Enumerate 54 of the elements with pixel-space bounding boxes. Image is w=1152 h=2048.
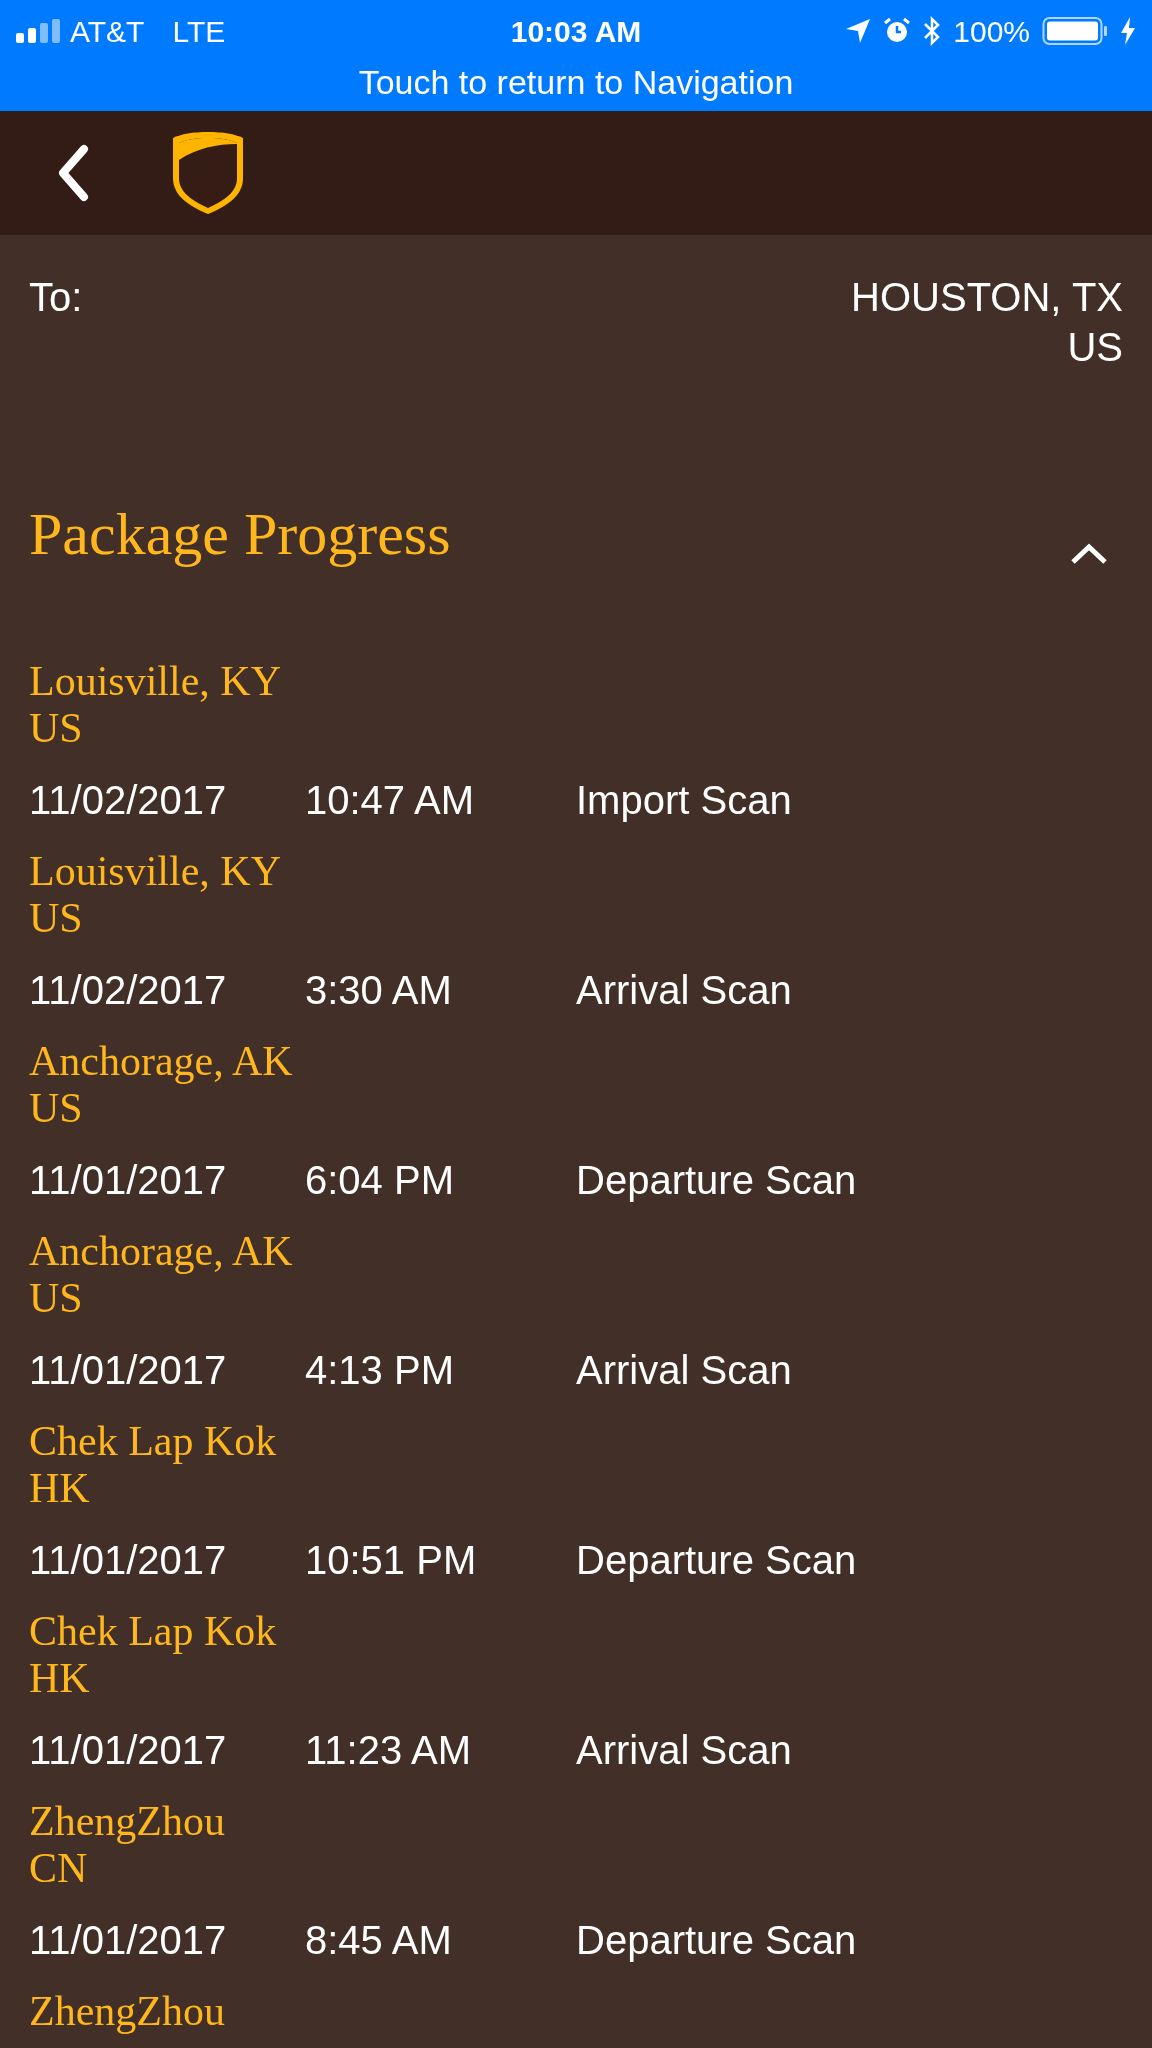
- location-line: HK: [29, 1655, 90, 1702]
- scan-time: 4:13 PM: [305, 1347, 455, 1394]
- scan-activity: Departure Scan: [576, 1537, 857, 1584]
- scan-activity: Arrival Scan: [576, 967, 792, 1014]
- scan-date: 11/01/2017: [29, 1537, 228, 1584]
- scan-time: 10:47 AM: [305, 777, 475, 824]
- location-line: Anchorage, AK: [29, 1038, 293, 1085]
- scan-activity: Departure Scan: [576, 1157, 857, 1204]
- location-line: Anchorage, AK: [29, 1228, 293, 1275]
- scan-time: 11:23 AM: [305, 1727, 473, 1774]
- return-navigation-banner[interactable]: Touch to return to Navigation: [358, 62, 794, 102]
- scan-time: 6:04 PM: [305, 1157, 455, 1204]
- location-line: US: [29, 1275, 83, 1322]
- location-line: Louisville, KY: [29, 658, 281, 705]
- carrier-label: AT&T: [70, 13, 145, 50]
- location-line: Louisville, KY: [29, 848, 281, 895]
- shield-logo-icon: [171, 130, 245, 216]
- back-chevron-icon: [56, 144, 90, 202]
- location-line: US: [29, 1085, 83, 1132]
- battery-percent: 100%: [953, 13, 1030, 50]
- network-label: LTE: [172, 13, 226, 50]
- location-line: Chek Lap Kok: [29, 1418, 277, 1465]
- scan-activity: Arrival Scan: [576, 1347, 792, 1394]
- chevron-up-icon: [1069, 542, 1109, 566]
- scan-date: 11/01/2017: [29, 1347, 228, 1394]
- scan-time: 8:45 AM: [305, 1917, 453, 1964]
- scan-activity: Arrival Scan: [576, 1727, 792, 1774]
- charging-bolt-icon: [1120, 17, 1136, 45]
- location-line: Chek Lap Kok: [29, 1608, 277, 1655]
- scan-activity: Import Scan: [576, 777, 792, 824]
- scan-date: 11/01/2017: [29, 1157, 228, 1204]
- scan-time: 10:51 PM: [305, 1537, 478, 1584]
- alarm-clock-icon: [883, 17, 912, 45]
- scan-date: 11/02/2017: [29, 777, 228, 824]
- status-time: 10:03 AM: [510, 13, 642, 50]
- location-line: US: [29, 705, 83, 752]
- section-title: Package Progress: [29, 500, 451, 569]
- scan-activity: Departure Scan: [576, 1917, 857, 1964]
- location-line: CN: [29, 1845, 88, 1892]
- location-line: ZhengZhou: [29, 1798, 225, 1845]
- scan-date: 11/01/2017: [29, 1917, 228, 1964]
- location-arrow-icon: [845, 18, 872, 44]
- battery-icon: [1042, 16, 1108, 46]
- scan-date: 11/02/2017: [29, 967, 228, 1014]
- location-line: US: [29, 895, 83, 942]
- scan-time: 3:30 AM: [305, 967, 453, 1014]
- signal-icon: [16, 19, 62, 43]
- destination-line: US: [1067, 324, 1123, 371]
- to-label: To:: [29, 274, 83, 321]
- bluetooth-icon: [923, 16, 942, 46]
- location-line: HK: [29, 1465, 90, 1512]
- destination-line: HOUSTON, TX: [851, 274, 1123, 321]
- location-line: ZhengZhou: [29, 1988, 225, 2035]
- scan-date: 11/01/2017: [29, 1727, 228, 1774]
